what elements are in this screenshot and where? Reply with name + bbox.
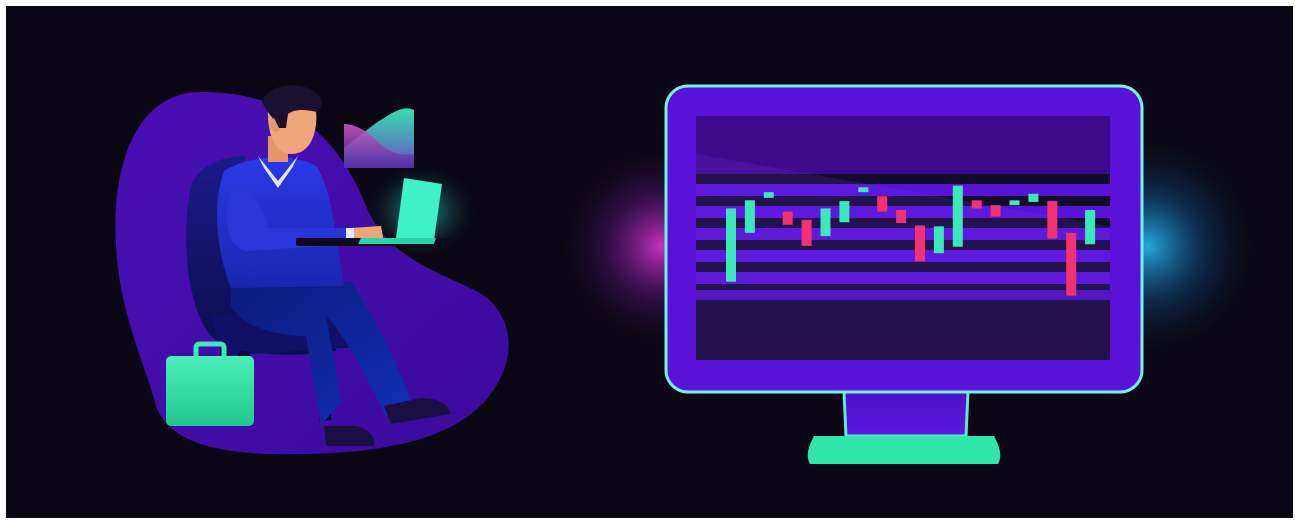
- illustration-frame: [6, 6, 1293, 518]
- candle-down: [971, 200, 982, 209]
- candle-up: [726, 208, 736, 282]
- area-chart-icon: [344, 108, 414, 168]
- trading-illustration: [115, 84, 1268, 464]
- candle-up: [1009, 200, 1020, 206]
- person-scene: [115, 85, 509, 455]
- candle-down: [896, 210, 907, 224]
- candle-down: [1047, 201, 1058, 239]
- candle-up: [933, 226, 944, 254]
- candle-down: [915, 225, 925, 262]
- candle-down: [801, 219, 812, 246]
- candle-up: [763, 192, 774, 198]
- candle-down: [877, 196, 888, 212]
- monitor-icon: [664, 84, 1144, 464]
- briefcase-icon: [166, 341, 254, 426]
- candle-up: [858, 187, 869, 193]
- monitor-screen: [696, 116, 1110, 360]
- candle-up: [1028, 193, 1039, 202]
- candle-down: [990, 205, 1001, 217]
- candle-up: [744, 200, 755, 233]
- monitor-base: [807, 436, 1001, 464]
- candle-up: [952, 185, 963, 247]
- candle-up: [820, 208, 831, 237]
- candle-up: [839, 201, 850, 223]
- monitor-stand-neck: [842, 390, 970, 438]
- candle-down: [1066, 232, 1077, 296]
- candle-down: [782, 211, 793, 225]
- candle-up: [1085, 210, 1096, 245]
